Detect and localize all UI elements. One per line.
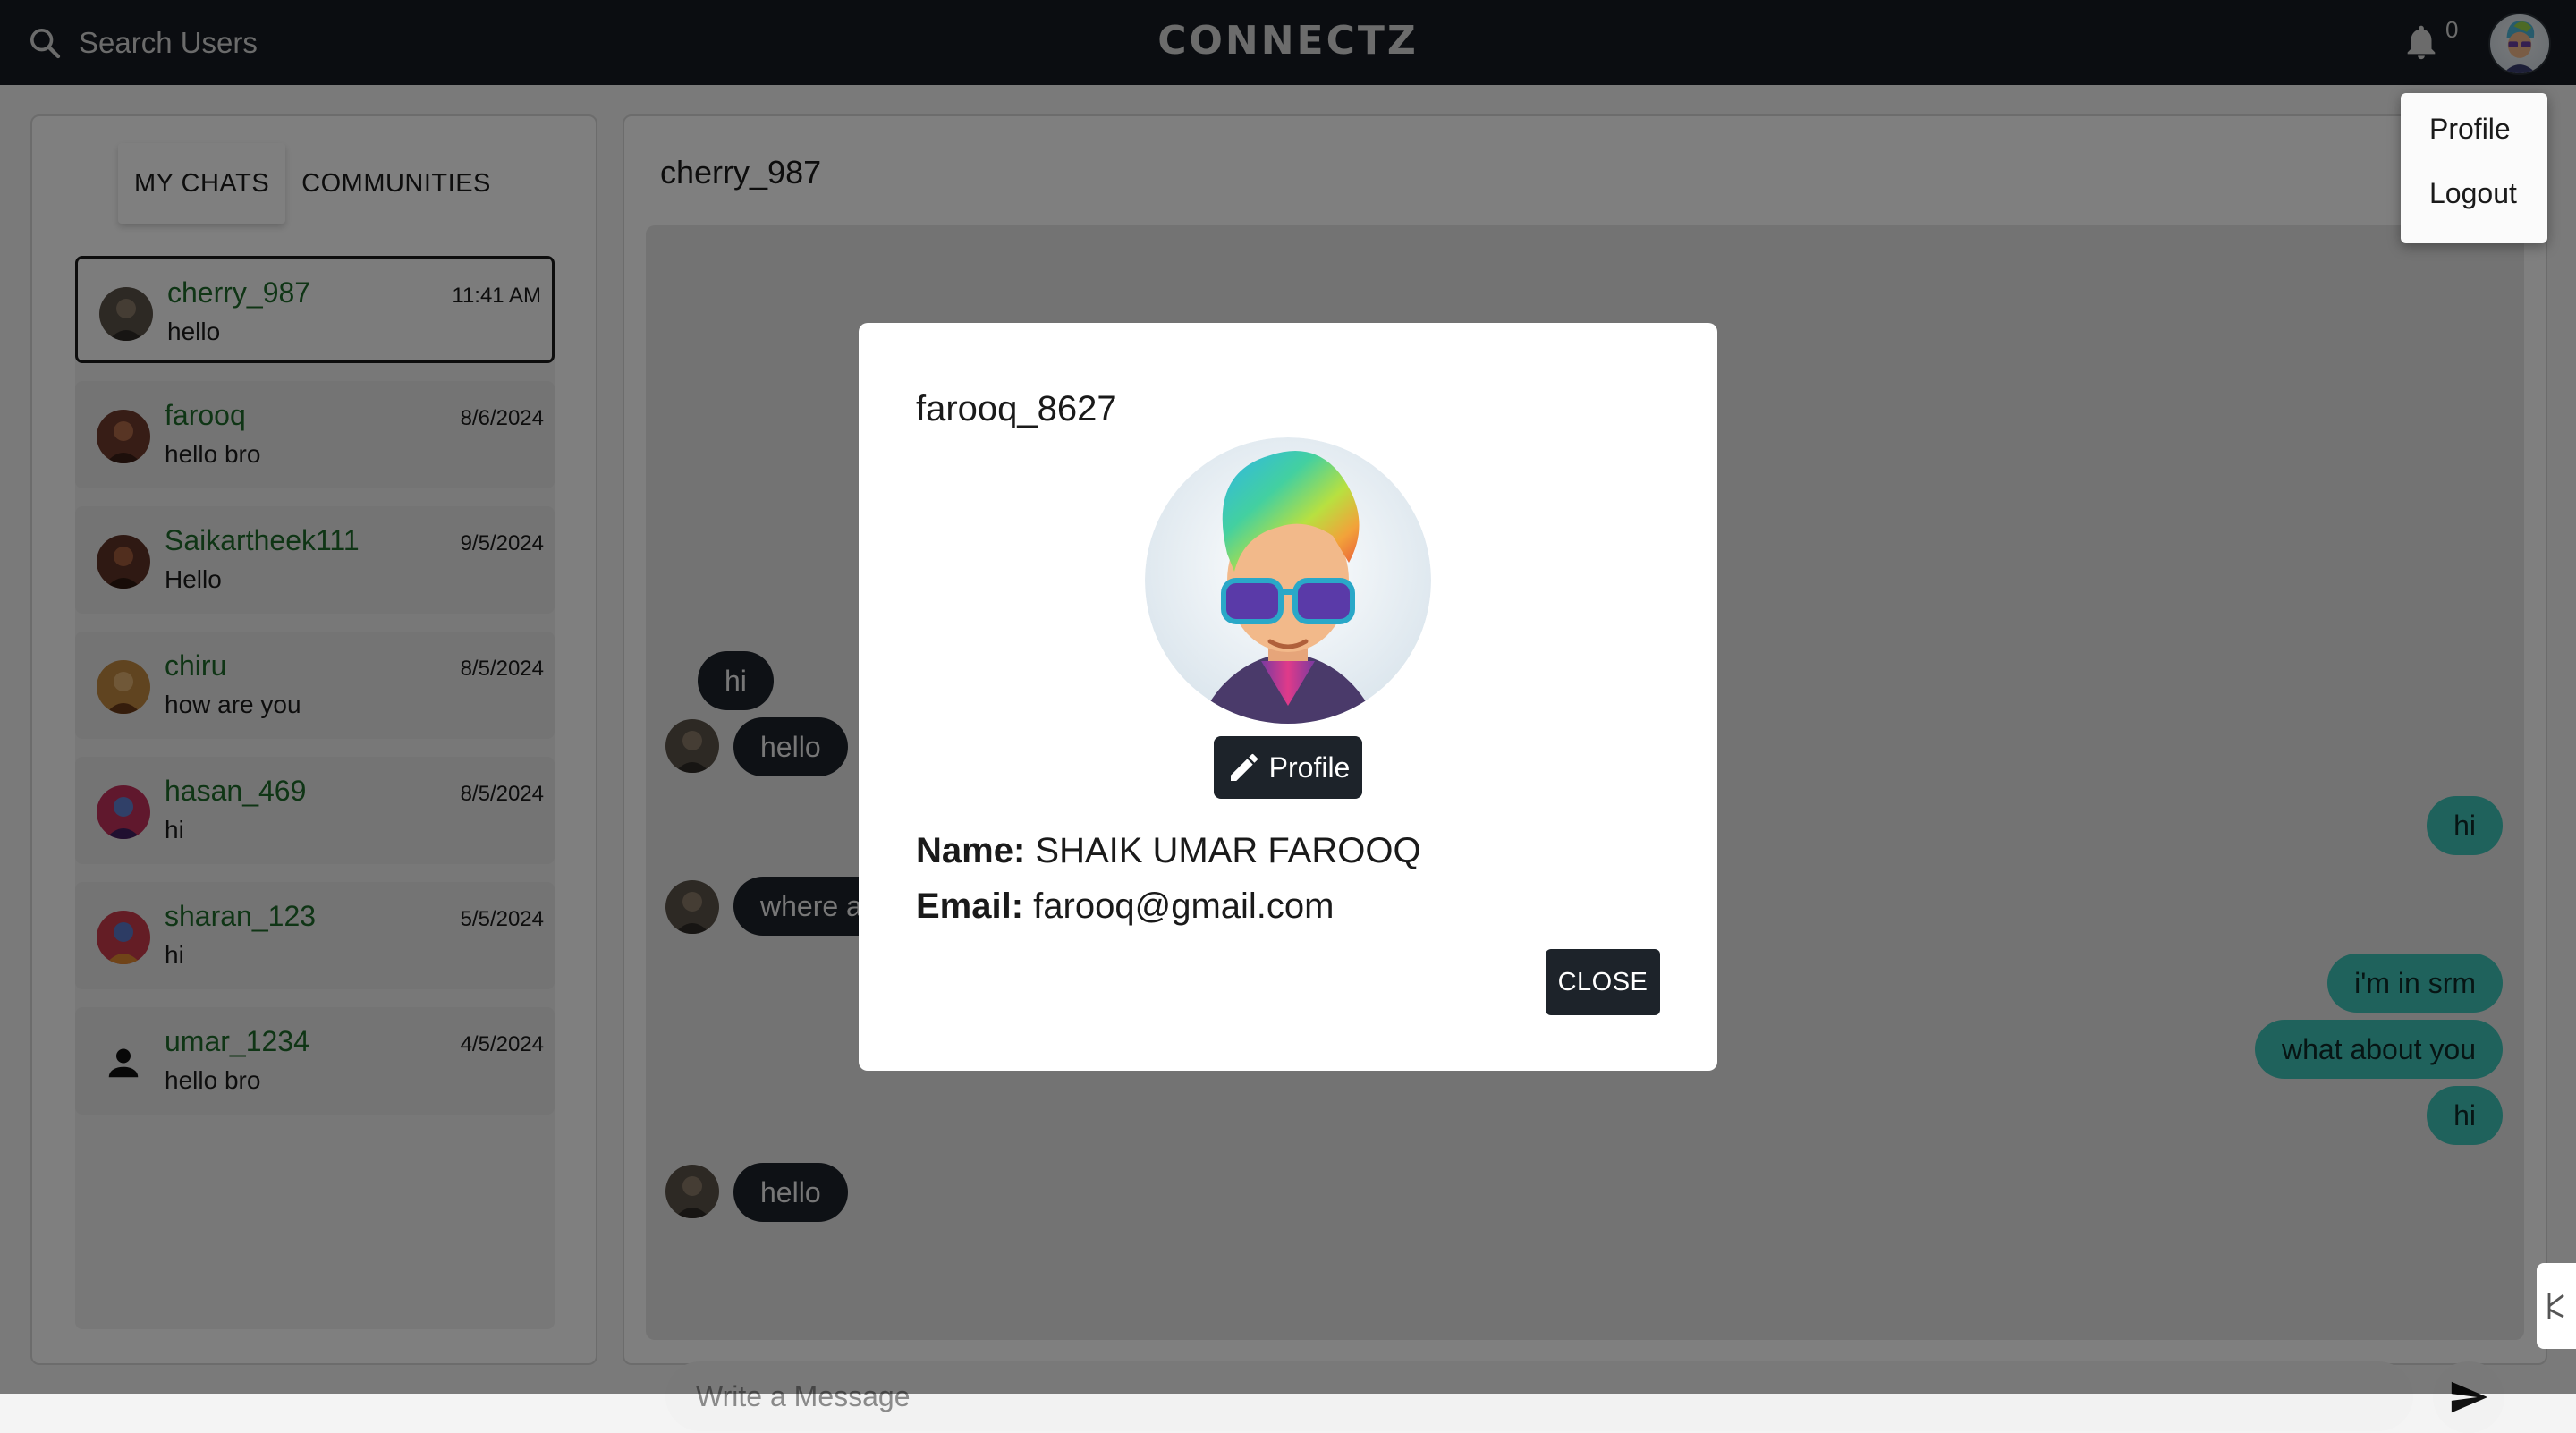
close-button[interactable]: CLOSE	[1546, 949, 1660, 1015]
edit-profile-label: Profile	[1268, 750, 1351, 784]
modal-title: farooq_8627	[916, 389, 1117, 428]
profile-modal: farooq_8627 Profile Name: SHAIK UMAR FAR…	[859, 323, 1717, 1071]
drag-handle-icon	[2547, 1293, 2564, 1319]
edit-profile-button[interactable]: Profile	[1214, 736, 1362, 799]
profile-avatar	[1145, 437, 1431, 724]
menu-item-logout[interactable]: Logout	[2429, 177, 2517, 210]
profile-avatar-icon	[1145, 437, 1431, 724]
user-dropdown-menu: Profile Logout	[2401, 93, 2547, 243]
name-label: Name:	[916, 831, 1026, 870]
name-value: SHAIK UMAR FAROOQ	[1035, 831, 1421, 870]
email-value: farooq@gmail.com	[1033, 886, 1335, 926]
menu-item-profile[interactable]: Profile	[2429, 113, 2511, 146]
email-label: Email:	[916, 886, 1024, 926]
pencil-icon	[1230, 753, 1258, 781]
side-panel-handle[interactable]	[2537, 1263, 2576, 1349]
profile-email-row: Email: farooq@gmail.com	[916, 886, 1334, 927]
profile-name-row: Name: SHAIK UMAR FAROOQ	[916, 831, 1421, 871]
